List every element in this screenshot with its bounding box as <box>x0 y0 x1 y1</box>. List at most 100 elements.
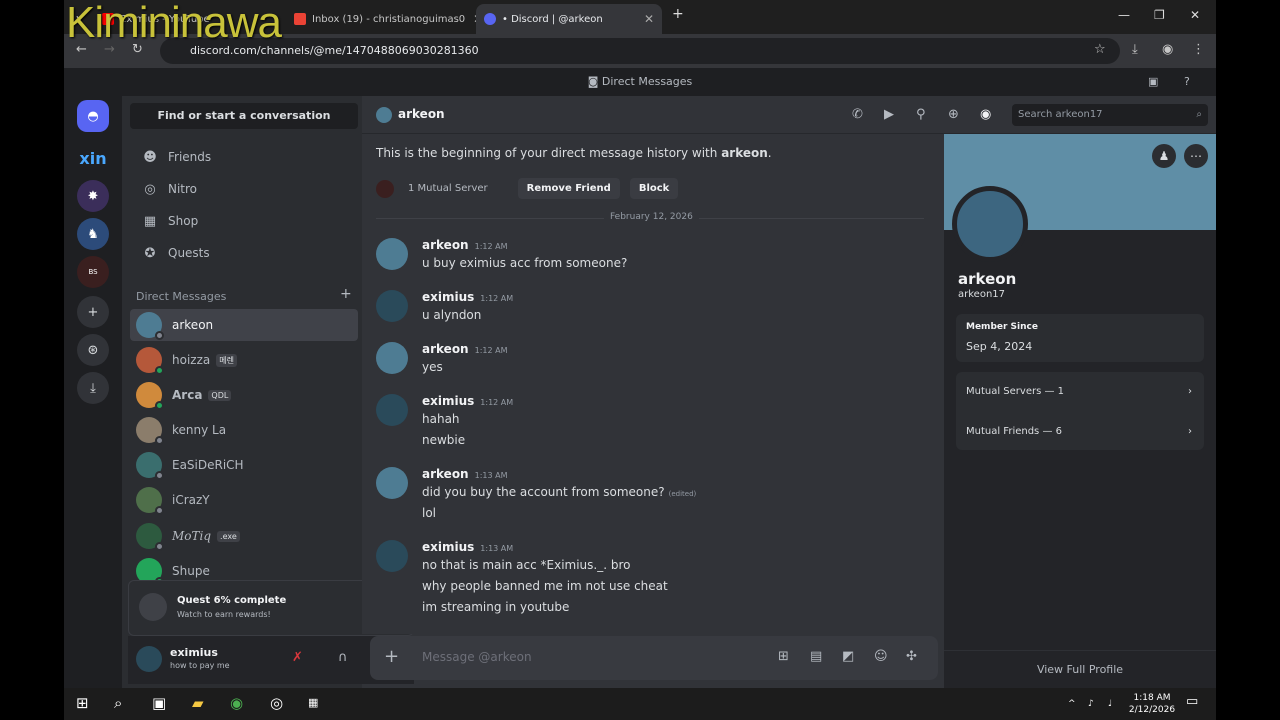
avatar[interactable] <box>376 290 408 322</box>
message-author[interactable]: eximius <box>422 540 474 554</box>
profile-avatar[interactable] <box>952 186 1028 262</box>
pinned-messages-icon[interactable]: ⚲ <box>916 107 926 122</box>
profile-icon[interactable]: ◉ <box>1162 42 1173 57</box>
message-author[interactable]: arkeon <box>422 342 469 356</box>
server-rail: ◓ xin ✸ ♞ BS + ⊛ ⤓ <box>64 96 122 688</box>
message-composer: + Message @arkeon ⊞ ▤ ◩ ☺ ✣ <box>370 636 938 680</box>
black-squad-icon[interactable]: ▦ <box>308 696 318 709</box>
view-full-profile-button[interactable]: View Full Profile <box>944 650 1216 688</box>
avatar[interactable] <box>136 646 162 672</box>
discord-home-icon[interactable]: ◓ <box>77 100 109 132</box>
server-avatar-icon[interactable]: ✸ <box>77 180 109 212</box>
avatar[interactable] <box>376 238 408 270</box>
user-profile-icon[interactable]: ◉ <box>980 107 991 122</box>
forward-icon[interactable]: → <box>104 42 115 57</box>
microphone-icon[interactable]: ♩ <box>1108 698 1112 710</box>
emoji-icon[interactable]: ☺ <box>874 649 888 664</box>
dm-item-icrazy[interactable]: iCrazY <box>130 484 358 516</box>
avatar[interactable] <box>376 540 408 572</box>
gif-icon[interactable]: ▤ <box>810 649 822 664</box>
task-view-icon[interactable]: ▣ <box>152 694 166 712</box>
message-author[interactable]: arkeon <box>422 467 469 481</box>
tab-discord[interactable]: • Discord | @arkeon ✕ <box>476 4 662 34</box>
new-tab-button[interactable]: + <box>672 6 684 22</box>
notifications-icon[interactable]: ▭ <box>1186 695 1198 708</box>
apps-icon[interactable]: ✣ <box>906 649 917 664</box>
discord-titlebar: ◙ Direct Messages ▣ ? <box>64 68 1216 96</box>
search-icon[interactable]: ⌕ <box>114 694 122 712</box>
nav-quests[interactable]: ✪ Quests <box>130 238 358 268</box>
avatar[interactable] <box>376 467 408 499</box>
voice-call-icon[interactable]: ✆ <box>852 107 863 122</box>
remove-friend-button[interactable]: Remove Friend <box>517 178 620 199</box>
close-tab-icon[interactable]: ✕ <box>636 12 654 26</box>
search-input[interactable]: Search arkeon17 ⌕ <box>1012 104 1208 126</box>
add-server-icon[interactable]: + <box>77 296 109 328</box>
menu-icon[interactable]: ⋮ <box>1192 42 1205 57</box>
sticker-icon[interactable]: ◩ <box>842 649 854 664</box>
tab-gmail[interactable]: Inbox (19) - christianoguimas0 ✕ <box>286 4 476 34</box>
quest-icon <box>139 593 167 621</box>
create-dm-icon[interactable]: + <box>340 286 352 302</box>
chrome-icon[interactable]: ◉ <box>230 694 243 712</box>
bookmark-star-icon[interactable]: ☆ <box>1094 42 1106 57</box>
clock[interactable]: 1:18 AM 2/12/2026 <box>1124 692 1180 716</box>
avatar <box>136 382 164 410</box>
tray-chevron-icon[interactable]: ^ <box>1068 698 1076 710</box>
mute-mic-icon[interactable]: ✗ <box>292 650 303 665</box>
server-xin-icon[interactable]: xin <box>77 142 109 174</box>
dm-item-easiderich[interactable]: EaSiDeRiCH <box>130 449 358 481</box>
file-explorer-icon[interactable]: ▰ <box>192 694 204 712</box>
minimize-icon[interactable]: — <box>1118 8 1130 22</box>
dm-item-arca[interactable]: Arca QDL <box>130 379 358 411</box>
back-icon[interactable]: ← <box>76 42 87 57</box>
friends-icon: ☻ <box>143 149 157 165</box>
obs-icon[interactable]: ◎ <box>270 694 283 712</box>
tab-youtube[interactable]: Eximius - YouTube <box>94 4 284 34</box>
download-icon[interactable]: ⤓ <box>1132 42 1138 57</box>
dm-item-hoizza[interactable]: hoizza 메렌 <box>130 344 358 376</box>
windows-start-icon[interactable]: ⊞ <box>76 694 89 712</box>
help-icon[interactable]: ? <box>1184 68 1190 96</box>
message-text: im streaming in youtube <box>422 600 570 614</box>
nav-shop[interactable]: ▦ Shop <box>130 206 358 236</box>
gift-icon[interactable]: ⊞ <box>778 649 789 664</box>
message-author[interactable]: eximius <box>422 394 474 408</box>
nav-nitro[interactable]: ◎ Nitro <box>130 174 358 204</box>
message-author[interactable]: arkeon <box>422 238 469 252</box>
nav-friends[interactable]: ☻ Friends <box>130 142 358 172</box>
add-friends-to-dm-icon[interactable]: ⊕ <box>948 107 959 122</box>
url-bar[interactable]: discord.com/channels/@me/147048806903028… <box>160 38 1120 64</box>
close-window-icon[interactable]: ✕ <box>1190 8 1200 22</box>
download-apps-icon[interactable]: ⤓ <box>77 372 109 404</box>
add-friend-icon[interactable]: ♟ <box>1152 144 1176 168</box>
dm-item-kenny[interactable]: kenny La <box>130 414 358 446</box>
discover-icon[interactable]: ⊛ <box>77 334 109 366</box>
avatar[interactable] <box>376 342 408 374</box>
attach-plus-icon[interactable]: + <box>384 646 399 667</box>
close-tab-icon[interactable]: ✕ <box>465 12 476 26</box>
tab-search-icon[interactable]: ⌄ <box>74 8 84 22</box>
server-avatar-icon[interactable]: ♞ <box>77 218 109 250</box>
mutual-friends-row[interactable]: Mutual Friends — 6 › <box>966 426 1198 437</box>
mutual-server-icon <box>376 179 394 198</box>
inbox-icon[interactable]: ▣ <box>1148 68 1158 96</box>
block-button[interactable]: Block <box>629 178 679 199</box>
mutual-servers-row[interactable]: Mutual Servers — 1 › <box>966 386 1198 397</box>
mutual-server-link[interactable]: 1 Mutual Server <box>408 183 488 194</box>
headphones-icon[interactable]: ∩ <box>338 650 348 665</box>
dm-item-arkeon[interactable]: arkeon <box>130 309 358 341</box>
more-options-icon[interactable]: ⋯ <box>1184 144 1208 168</box>
find-conversation-button[interactable]: Find or start a conversation <box>130 103 358 129</box>
volume-icon[interactable]: ♪ <box>1088 698 1094 710</box>
server-blacksquad-icon[interactable]: BS <box>77 256 109 288</box>
video-call-icon[interactable]: ▶ <box>884 107 894 122</box>
avatar[interactable] <box>376 394 408 426</box>
message-timestamp: 1:13 AM <box>474 471 508 480</box>
reload-icon[interactable]: ↻ <box>132 42 143 57</box>
message-input[interactable]: Message @arkeon <box>422 650 532 664</box>
letterbox-right <box>1216 0 1280 720</box>
dm-item-motiq[interactable]: MoTiq .exe <box>130 520 358 552</box>
message-author[interactable]: eximius <box>422 290 474 304</box>
restore-icon[interactable]: ❐ <box>1154 8 1165 22</box>
